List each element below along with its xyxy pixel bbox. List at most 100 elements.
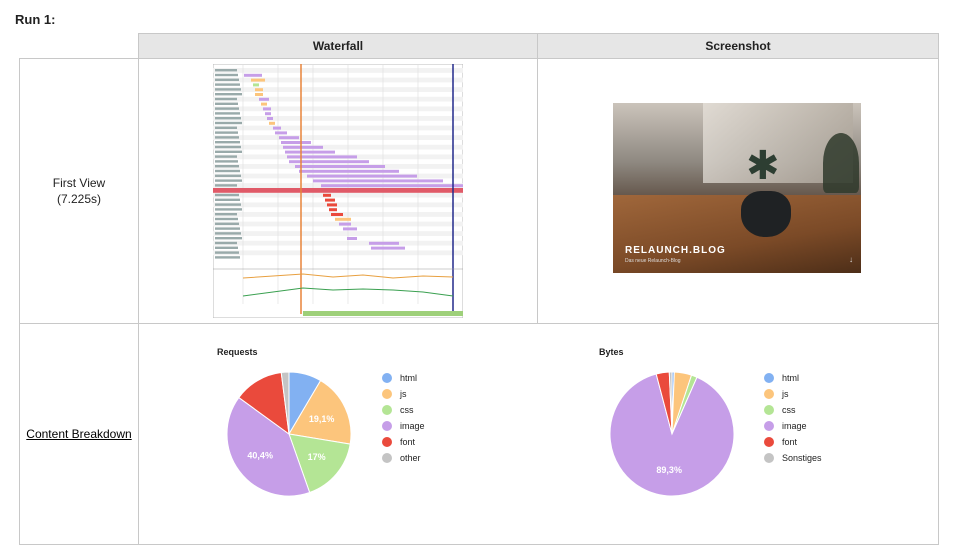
legend-label: font <box>400 437 416 447</box>
first-view-label: First View <box>52 176 106 190</box>
waterfall-request-bar <box>295 165 385 168</box>
waterfall-url-label <box>215 126 237 129</box>
legend-swatch <box>382 453 392 463</box>
bytes-pie-chart: 89,3% <box>609 371 735 497</box>
waterfall-request-bar <box>347 237 357 240</box>
run-title: Run 1: <box>15 12 56 27</box>
waterfall-request-bar <box>275 131 287 135</box>
requests-pie-chart: 19,1% 17% 40,4% <box>226 371 352 497</box>
results-table: Waterfall Screenshot First View (7.225s)… <box>19 33 939 545</box>
waterfall-url-label <box>215 69 237 72</box>
legend-label: other <box>400 453 421 463</box>
waterfall-url-label <box>215 251 239 254</box>
waterfall-request-bar <box>267 117 273 120</box>
waterfall-error-row <box>213 188 463 193</box>
legend-item-sonstiges: Sonstiges <box>764 450 822 466</box>
waterfall-url-label <box>215 169 240 173</box>
waterfall-url-label <box>215 232 241 235</box>
waterfall-request-bar <box>269 121 275 125</box>
waterfall-url-label <box>215 241 237 245</box>
legend-swatch <box>382 373 392 383</box>
waterfall-url-label <box>215 107 239 110</box>
waterfall-request-bar <box>251 78 265 82</box>
waterfall-progress-bar <box>303 311 463 316</box>
waterfall-request-bar <box>261 102 267 106</box>
screenshot-pot <box>741 191 791 237</box>
waterfall-url-label <box>215 256 240 259</box>
waterfall-url-label <box>215 179 242 182</box>
waterfall-url-label <box>215 73 238 77</box>
legend-label: html <box>400 373 418 383</box>
waterfall-url-label <box>215 93 242 96</box>
bytes-chart-title: Bytes <box>599 347 624 357</box>
content-breakdown-cell: Content Breakdown <box>19 323 139 545</box>
legend-label: css <box>400 405 414 415</box>
legend-swatch <box>382 437 392 447</box>
waterfall-request-bar <box>285 150 335 154</box>
page-screenshot[interactable]: ✱ RELAUNCH.BLOG Das neue Relaunch-Blog ↓ <box>613 103 861 273</box>
waterfall-url-label <box>215 203 241 206</box>
waterfall-url-label <box>215 193 239 197</box>
pie-data-label: 17% <box>308 452 326 462</box>
waterfall-url-label <box>215 145 241 149</box>
waterfall-url-label <box>215 222 239 225</box>
waterfall-url-label <box>215 174 241 177</box>
waterfall-request-bar <box>244 73 262 77</box>
waterfall-url-label <box>215 112 240 115</box>
legend-swatch <box>764 389 774 399</box>
waterfall-request-bar <box>255 93 263 96</box>
waterfall-url-label <box>215 102 238 105</box>
legend-label: Sonstiges <box>782 453 822 463</box>
legend-swatch <box>382 405 392 415</box>
legend-item-font: font <box>382 434 425 450</box>
legend-label: html <box>782 373 800 383</box>
waterfall-request-bar <box>281 141 311 144</box>
requests-chart-title: Requests <box>217 347 258 357</box>
waterfall-url-label <box>215 136 239 139</box>
waterfall-url-label <box>215 117 241 120</box>
waterfall-url-label <box>215 208 242 211</box>
waterfall-request-bar <box>255 88 263 92</box>
waterfall-request-bar <box>321 184 463 188</box>
waterfall-request-bar <box>331 213 343 216</box>
legend-label: font <box>782 437 798 447</box>
waterfall-request-bar <box>265 112 271 116</box>
content-breakdown-link[interactable]: Content Breakdown <box>26 427 131 441</box>
first-view-time: (7.225s) <box>56 192 102 206</box>
legend-swatch <box>764 437 774 447</box>
waterfall-url-label <box>215 155 237 158</box>
legend-swatch <box>764 373 774 383</box>
waterfall-url-label <box>215 165 239 168</box>
legend-swatch <box>764 453 774 463</box>
legend-item-js: js <box>382 386 425 402</box>
waterfall-request-bar <box>259 97 269 101</box>
waterfall-url-label <box>215 184 237 187</box>
pie-data-label: 19,1% <box>309 414 335 424</box>
first-view-cell: First View (7.225s) <box>19 58 139 324</box>
legend-item-image: image <box>764 418 822 434</box>
screenshot-plant: ✱ <box>746 144 780 188</box>
legend-item-other: other <box>382 450 425 466</box>
waterfall-request-bar <box>369 241 399 245</box>
screenshot-subtitle: Das neue Relaunch-Blog <box>625 258 681 264</box>
waterfall-url-label <box>215 227 240 230</box>
waterfall-url-label <box>215 78 239 81</box>
legend-item-html: html <box>764 370 822 386</box>
waterfall-url-label <box>215 88 241 91</box>
waterfall-chart[interactable] <box>213 64 463 318</box>
waterfall-request-bar <box>263 107 271 111</box>
waterfall-url-label <box>215 150 242 153</box>
waterfall-request-bar <box>329 208 337 212</box>
legend-item-css: css <box>382 402 425 418</box>
waterfall-request-bar <box>343 227 357 231</box>
waterfall-url-label <box>215 97 237 101</box>
waterfall-request-bar <box>283 145 323 149</box>
waterfall-url-label <box>215 217 238 221</box>
waterfall-url-label <box>215 246 238 249</box>
legend-label: image <box>400 421 425 431</box>
legend-swatch <box>382 421 392 431</box>
legend-label: js <box>782 389 789 399</box>
waterfall-request-bar <box>339 222 351 226</box>
waterfall-request-bar <box>313 179 443 183</box>
waterfall-url-label <box>215 198 240 201</box>
